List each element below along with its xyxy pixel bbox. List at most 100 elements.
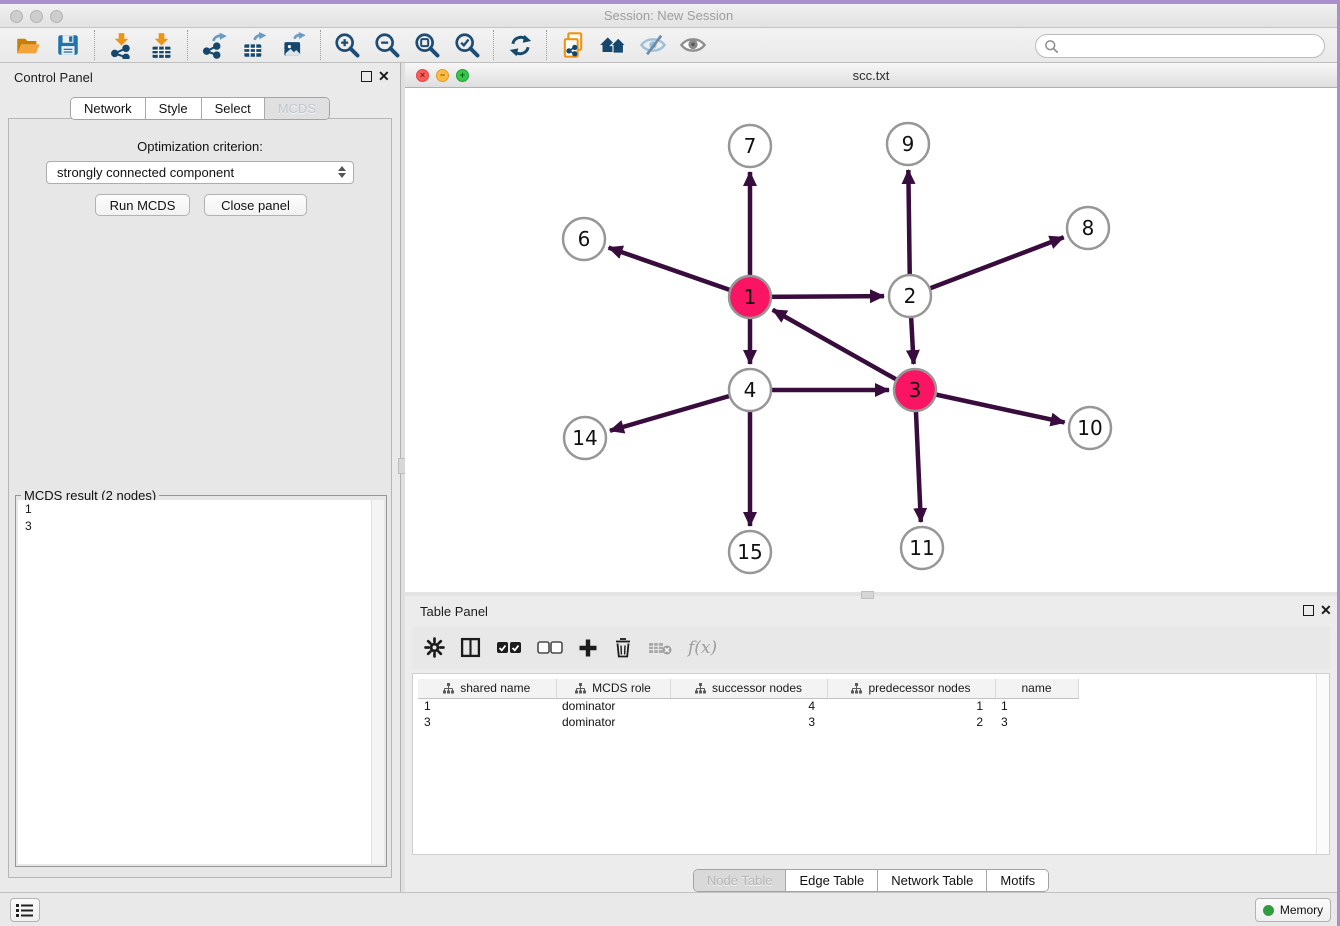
export-network-button[interactable]	[194, 30, 234, 61]
home-icon	[599, 31, 627, 59]
duplicate-network-button[interactable]	[553, 30, 593, 61]
export-table-button[interactable]	[234, 30, 274, 61]
graph-edge-3-10[interactable]	[915, 390, 1065, 422]
tab-network-table[interactable]: Network Table	[878, 870, 987, 891]
optimization-criterion-select[interactable]: strongly connected component	[46, 161, 354, 184]
table-cell[interactable]: 1	[995, 698, 1078, 714]
app-window: Session: New Session	[0, 4, 1337, 926]
open-folder-icon	[15, 32, 42, 59]
tab-select[interactable]: Select	[202, 98, 265, 119]
table-cell[interactable]: 3	[418, 714, 556, 730]
export-image-button[interactable]	[274, 30, 314, 61]
zoom-fit-button[interactable]	[407, 30, 447, 61]
control-panel-float-button[interactable]	[361, 71, 372, 82]
table-cell[interactable]: 1	[827, 698, 995, 714]
column-header-MCDS-role[interactable]: MCDS role	[556, 679, 670, 698]
table-cell[interactable]: 3	[670, 714, 827, 730]
control-panel-title: Control Panel	[14, 70, 93, 85]
control-panel-close-button[interactable]: ✕	[378, 69, 390, 83]
zoom-in-button[interactable]	[327, 30, 367, 61]
task-history-button[interactable]	[10, 898, 40, 922]
table-cell[interactable]: 1	[418, 698, 556, 714]
divider-grip-icon[interactable]	[861, 591, 874, 599]
tab-motifs[interactable]: Motifs	[987, 870, 1048, 891]
column-header-successor-nodes[interactable]: successor nodes	[670, 679, 827, 698]
mcds-result-scrollbar[interactable]	[371, 500, 384, 864]
network-canvas[interactable]: 7968124314101511	[405, 88, 1337, 592]
tab-node-table[interactable]: Node Table	[694, 870, 787, 891]
mcds-result-line: 3	[18, 517, 371, 534]
window-title: Session: New Session	[0, 8, 1337, 23]
tab-style[interactable]: Style	[146, 98, 202, 119]
save-session-button[interactable]	[48, 30, 88, 61]
go-home-button[interactable]	[593, 30, 633, 61]
column-header-name[interactable]: name	[995, 679, 1078, 698]
graph-edge-1-6[interactable]	[609, 248, 750, 297]
tab-edge-table[interactable]: Edge Table	[786, 870, 878, 891]
graph-node-label: 8	[1082, 216, 1095, 240]
toolbar-separator	[546, 30, 547, 60]
checked-boxes-icon	[496, 641, 522, 655]
graph-node-label: 15	[737, 540, 762, 564]
import-table-icon	[148, 32, 175, 59]
tab-network[interactable]: Network	[71, 98, 146, 119]
table-cell[interactable]: 3	[995, 714, 1078, 730]
control-panel-header: Control Panel ✕	[0, 63, 400, 89]
toolbar-separator	[187, 30, 188, 60]
deselect-all-rows-button[interactable]	[537, 635, 563, 661]
table-toolbar: f(x)	[412, 626, 1330, 669]
run-mcds-button[interactable]: Run MCDS	[95, 194, 190, 216]
delete-column-button[interactable]	[613, 635, 633, 661]
table-cell[interactable]: dominator	[556, 714, 670, 730]
eye-icon	[679, 31, 707, 59]
mcds-result-list[interactable]: 13	[18, 500, 371, 864]
table-panel-float-button[interactable]	[1303, 605, 1314, 616]
table-options-button[interactable]	[424, 635, 445, 661]
zoom-out-button[interactable]	[367, 30, 407, 61]
export-table-icon	[241, 32, 268, 59]
graph-edge-2-8[interactable]	[910, 237, 1064, 296]
graph-node-label: 1	[744, 285, 757, 309]
import-network-button[interactable]	[101, 30, 141, 61]
zoom-selected-button[interactable]	[447, 30, 487, 61]
mcds-result-box: MCDS result (2 nodes) 13	[15, 495, 387, 867]
column-type-icon	[575, 683, 586, 694]
table-row[interactable]: 3dominator323	[418, 714, 1078, 730]
column-header-shared-name[interactable]: shared name	[418, 679, 556, 698]
node-table[interactable]: shared nameMCDS rolesuccessor nodesprede…	[418, 679, 1079, 730]
refresh-icon	[507, 32, 534, 59]
import-table-button[interactable]	[141, 30, 181, 61]
eye-slash-icon	[639, 31, 667, 59]
graph-node-label: 9	[902, 132, 915, 156]
column-header-predecessor-nodes[interactable]: predecessor nodes	[827, 679, 995, 698]
list-icon	[16, 903, 34, 918]
main-content: Control Panel ✕ NetworkStyleSelectMCDS O…	[0, 63, 1337, 892]
graph-node-label: 10	[1077, 416, 1102, 440]
refresh-view-button[interactable]	[500, 30, 540, 61]
select-all-rows-button[interactable]	[496, 635, 522, 661]
column-visibility-button[interactable]	[460, 635, 481, 661]
table-panel-close-button[interactable]: ✕	[1320, 603, 1332, 617]
tab-mcds[interactable]: MCDS	[265, 98, 329, 119]
app-titlebar: Session: New Session	[0, 4, 1337, 28]
zoom-selected-icon	[453, 31, 481, 59]
close-panel-button[interactable]: Close panel	[204, 194, 307, 216]
table-cell[interactable]: 2	[827, 714, 995, 730]
network-window-title: scc.txt	[405, 68, 1337, 83]
table-row[interactable]: 1dominator411	[418, 698, 1078, 714]
hide-selection-button[interactable]	[633, 30, 673, 61]
optimization-criterion-value: strongly connected component	[57, 165, 234, 180]
add-column-button[interactable]	[578, 635, 598, 661]
function-builder-button: f(x)	[688, 635, 717, 661]
unchecked-boxes-icon	[537, 641, 563, 655]
open-file-button[interactable]	[8, 30, 48, 61]
node-table-body: shared nameMCDS rolesuccessor nodesprede…	[412, 673, 1330, 855]
search-input[interactable]	[1064, 39, 1316, 54]
graph-edge-3-1[interactable]	[773, 310, 915, 390]
memory-button[interactable]: Memory	[1255, 898, 1331, 922]
show-view-button[interactable]	[673, 30, 713, 61]
table-cell[interactable]: dominator	[556, 698, 670, 714]
table-scrollbar[interactable]	[1316, 674, 1329, 854]
table-panel-tabs: Node TableEdge TableNetwork TableMotifs	[405, 869, 1337, 892]
table-cell[interactable]: 4	[670, 698, 827, 714]
